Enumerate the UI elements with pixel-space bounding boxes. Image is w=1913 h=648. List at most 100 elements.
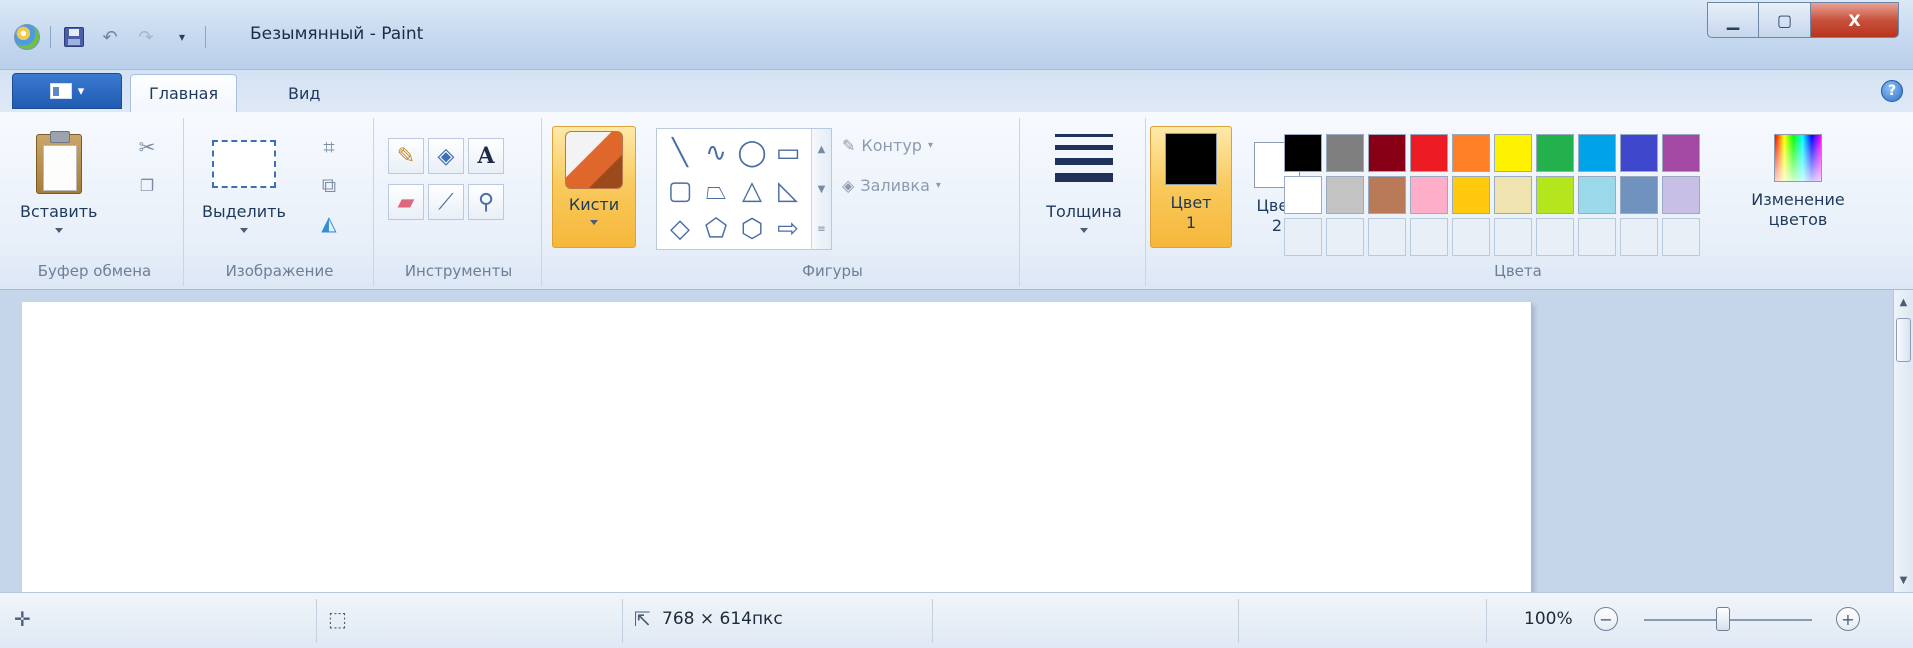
scroll-up-icon[interactable]: ▲ <box>1894 292 1913 312</box>
custom-color-slot[interactable] <box>1410 218 1448 256</box>
arrow-shape[interactable]: ⇨ <box>771 211 805 247</box>
palette-swatch[interactable] <box>1620 134 1658 172</box>
color1-label: Цвет <box>1170 193 1212 212</box>
save-button[interactable] <box>61 24 87 50</box>
custom-color-slot[interactable] <box>1284 218 1322 256</box>
color1-button[interactable]: Цвет 1 <box>1150 126 1232 248</box>
eraser-tool[interactable]: ▰ <box>388 184 424 220</box>
zoom-out-button[interactable]: − <box>1594 607 1618 631</box>
palette-swatch[interactable] <box>1410 176 1448 214</box>
edit-colors-label-2: цветов <box>1768 210 1828 229</box>
palette-swatch[interactable] <box>1536 176 1574 214</box>
scroll-down-icon[interactable]: ▼ <box>1894 570 1913 590</box>
rounded-rectangle-shape[interactable]: ▢ <box>663 173 697 209</box>
palette-swatch[interactable] <box>1578 176 1616 214</box>
status-divider <box>622 599 623 643</box>
qat-separator <box>50 26 51 48</box>
scroll-thumb[interactable] <box>1896 318 1911 362</box>
triangle-shape[interactable]: △ <box>735 173 769 209</box>
palette-swatch[interactable] <box>1284 176 1322 214</box>
custom-color-slot[interactable] <box>1620 218 1658 256</box>
close-button[interactable]: X <box>1811 2 1899 38</box>
fill-button[interactable]: ◈ Заливка ▾ <box>842 176 941 195</box>
palette-swatch[interactable] <box>1620 176 1658 214</box>
fill-label: Заливка <box>860 176 930 195</box>
copy-icon[interactable]: ❐ <box>134 172 160 198</box>
maximize-button[interactable]: ▢ <box>1759 2 1811 38</box>
custom-color-slot[interactable] <box>1536 218 1574 256</box>
pentagon-shape[interactable]: ⬠ <box>699 211 733 247</box>
custom-color-slot[interactable] <box>1662 218 1700 256</box>
oval-shape[interactable]: ◯ <box>735 135 769 171</box>
custom-color-slot[interactable] <box>1326 218 1364 256</box>
custom-color-slot[interactable] <box>1368 218 1406 256</box>
palette-swatch[interactable] <box>1410 134 1448 172</box>
resize-icon[interactable]: ⧉ <box>316 172 342 198</box>
palette-swatch[interactable] <box>1452 176 1490 214</box>
palette-swatch[interactable] <box>1452 134 1490 172</box>
custom-color-slot[interactable] <box>1494 218 1532 256</box>
polygon-shape[interactable]: ⏢ <box>699 173 733 209</box>
drawing-canvas[interactable] <box>22 302 1532 592</box>
zoom-in-button[interactable]: + <box>1836 607 1860 631</box>
pencil-tool[interactable]: ✎ <box>388 138 424 174</box>
maximize-icon: ▢ <box>1776 10 1793 30</box>
expand-gallery-icon[interactable]: ≡ <box>817 224 825 235</box>
custom-color-slot[interactable] <box>1452 218 1490 256</box>
size-button[interactable]: Толщина <box>1030 124 1138 233</box>
minimize-icon: ▁ <box>1726 10 1740 30</box>
chevron-down-icon: ▾ <box>77 83 85 99</box>
palette-swatch[interactable] <box>1578 134 1616 172</box>
palette-swatch[interactable] <box>1368 176 1406 214</box>
chevron-down-icon <box>590 220 598 225</box>
edit-colors-button[interactable]: Изменение цветов <box>1750 128 1846 250</box>
scissors-icon[interactable]: ✂ <box>134 134 160 160</box>
curve-shape[interactable]: ∿ <box>699 135 733 171</box>
palette-swatch[interactable] <box>1284 134 1322 172</box>
rectangle-shape[interactable]: ▭ <box>771 135 805 171</box>
outline-button[interactable]: ✎ Контур ▾ <box>842 136 933 155</box>
palette-swatch[interactable] <box>1368 134 1406 172</box>
redo-button[interactable]: ↷ <box>133 24 159 50</box>
colors-group: Цвет 1 Цвет 2 Изменение цветов Цвета <box>1148 118 1888 286</box>
clipboard-group: Вставить ✂ ❐ Буфер обмена <box>6 118 184 286</box>
zoom-slider-thumb[interactable] <box>1716 607 1730 631</box>
paint-menu-button[interactable]: ▾ <box>12 73 122 109</box>
line-shape[interactable]: ╲ <box>663 135 697 171</box>
tab-home[interactable]: Главная <box>130 74 238 112</box>
select-label: Выделить <box>202 202 286 221</box>
brush-icon <box>565 131 623 189</box>
custom-color-slot[interactable] <box>1578 218 1616 256</box>
palette-swatch[interactable] <box>1536 134 1574 172</box>
help-icon[interactable]: ? <box>1881 80 1903 102</box>
crop-icon[interactable]: ⌗ <box>316 134 342 160</box>
chevron-up-icon[interactable]: ▲ <box>818 144 826 155</box>
magnifier-tool[interactable]: ⚲ <box>468 184 504 220</box>
palette-swatch[interactable] <box>1494 176 1532 214</box>
customize-qat-button[interactable]: ▾ <box>169 24 195 50</box>
paste-button[interactable]: Вставить <box>20 131 97 233</box>
select-button[interactable]: Выделить <box>202 140 286 233</box>
right-triangle-shape[interactable]: ◺ <box>771 173 805 209</box>
palette-swatch[interactable] <box>1326 176 1364 214</box>
tab-view[interactable]: Вид <box>270 74 338 112</box>
rotate-icon[interactable]: ◭ <box>316 210 342 236</box>
hexagon-shape[interactable]: ⬡ <box>735 211 769 247</box>
color-picker-tool[interactable]: ⟋ <box>428 184 464 220</box>
text-tool[interactable]: A <box>468 138 504 174</box>
palette-swatch[interactable] <box>1662 176 1700 214</box>
fill-tool[interactable]: ◈ <box>428 138 464 174</box>
shapes-scrollbar[interactable]: ▲ ▼ ≡ <box>811 129 831 249</box>
paint-app-icon[interactable] <box>14 24 40 50</box>
chevron-down-icon[interactable]: ▼ <box>818 184 826 195</box>
chevron-down-icon: ▾ <box>935 180 941 191</box>
diamond-shape[interactable]: ◇ <box>663 211 697 247</box>
undo-button[interactable]: ↶ <box>97 24 123 50</box>
palette-swatch[interactable] <box>1326 134 1364 172</box>
minimize-button[interactable]: ▁ <box>1707 2 1759 38</box>
vertical-scrollbar[interactable]: ▲ ▼ <box>1893 290 1913 592</box>
title-bar: ↶ ↷ ▾ Безымянный - Paint ▁ ▢ X <box>0 0 1913 70</box>
palette-swatch[interactable] <box>1494 134 1532 172</box>
palette-swatch[interactable] <box>1662 134 1700 172</box>
brushes-button[interactable]: Кисти <box>552 126 636 248</box>
